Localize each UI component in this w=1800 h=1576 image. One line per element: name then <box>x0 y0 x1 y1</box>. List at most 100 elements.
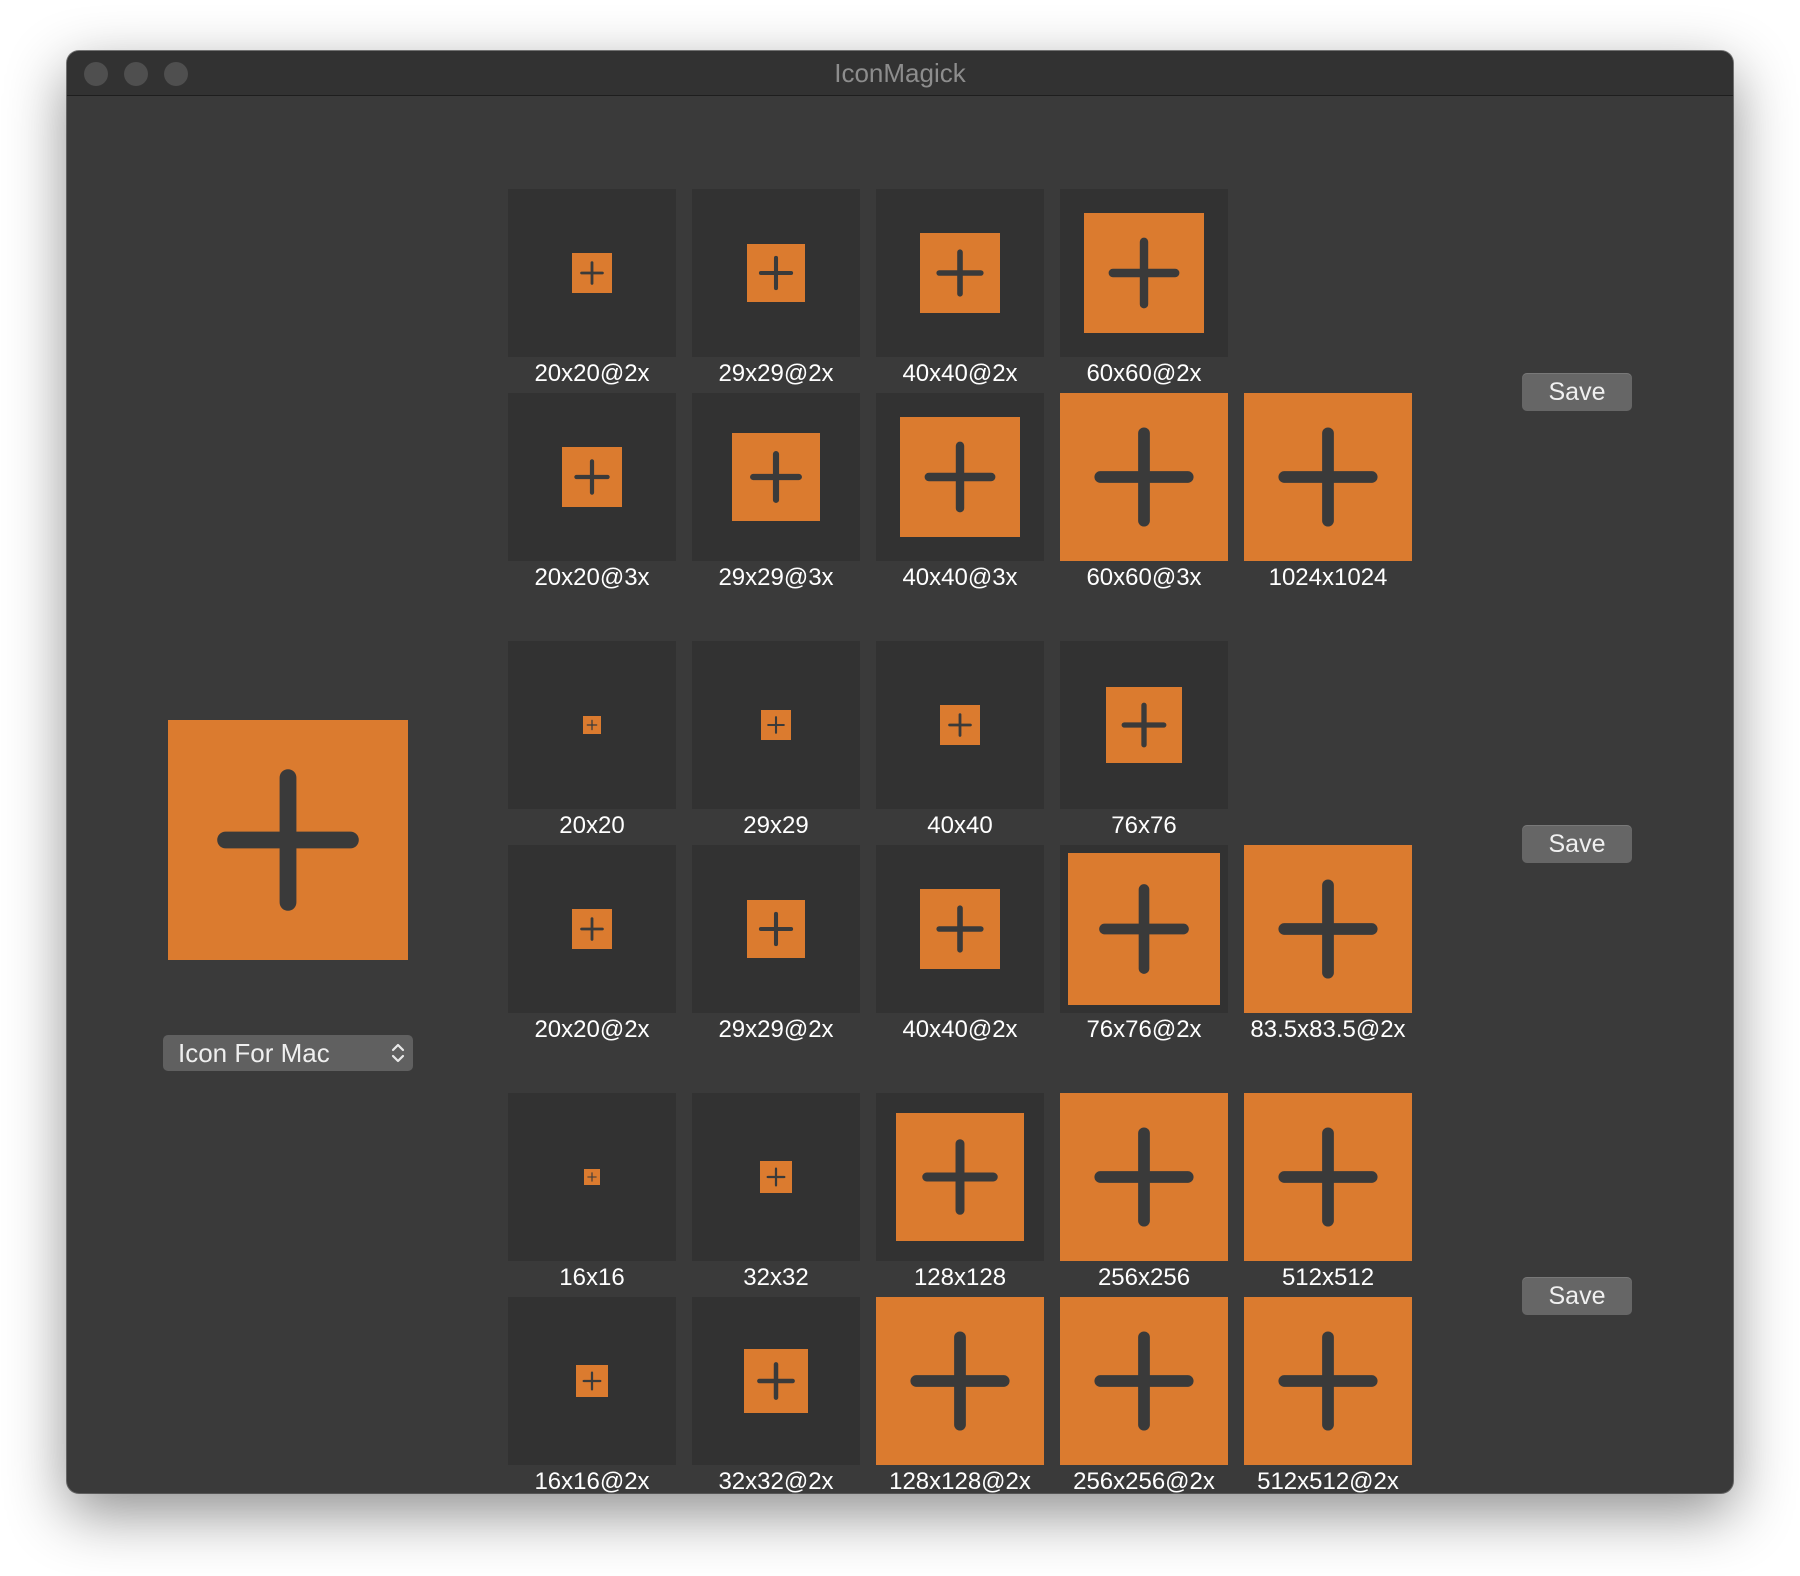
icon-size-label: 256x256 <box>1097 1264 1191 1291</box>
icon-size-label: 29x29 <box>743 812 809 839</box>
generated-icon <box>896 1113 1024 1241</box>
icon-slot-29x29[interactable] <box>692 641 860 809</box>
app-window: IconMagick Icon For Mac 20x20@2x 29x29@2x… <box>67 51 1733 1493</box>
save-button[interactable]: Save <box>1522 373 1632 411</box>
generated-icon <box>584 1169 600 1185</box>
icon-type-select[interactable]: Icon For Mac <box>163 1035 413 1071</box>
icon-slot-32x32-2x[interactable] <box>692 1297 860 1465</box>
plus-icon <box>758 911 794 947</box>
plus-icon <box>217 769 359 911</box>
generated-icon <box>920 889 1000 969</box>
icon-size-label: 60x60@2x <box>1086 360 1202 387</box>
plus-icon <box>767 716 785 734</box>
icon-size-label: 20x20@2x <box>534 1016 650 1043</box>
icon-size-label: 40x40@2x <box>902 1016 1018 1043</box>
generated-icon <box>1244 1297 1412 1465</box>
plus-icon <box>586 719 598 731</box>
icon-size-label: 32x32@2x <box>718 1468 834 1493</box>
icon-slot-40x40-2x[interactable] <box>876 189 1044 357</box>
plus-icon <box>750 451 802 503</box>
plus-icon <box>1278 879 1378 979</box>
icon-size-label: 76x76@2x <box>1086 1016 1202 1043</box>
icon-size-label: 76x76 <box>1111 812 1177 839</box>
icon-slot-40x40[interactable] <box>876 641 1044 809</box>
plus-icon <box>924 441 996 513</box>
icon-size-label: 128x128@2x <box>889 1468 1031 1493</box>
plus-icon <box>1108 237 1180 309</box>
plus-icon <box>766 1167 786 1187</box>
plus-icon <box>1099 884 1189 974</box>
generated-icon <box>1244 845 1412 1013</box>
icon-size-label: 83.5x83.5@2x <box>1250 1016 1406 1043</box>
icon-type-select-value: Icon For Mac <box>178 1038 330 1068</box>
generated-icon <box>583 716 601 734</box>
generated-icon <box>562 447 622 507</box>
plus-icon <box>758 255 794 291</box>
plus-icon <box>936 249 984 297</box>
save-button[interactable]: Save <box>1522 1277 1632 1315</box>
icon-slot-60x60-2x[interactable] <box>1060 189 1228 357</box>
icon-size-label: 16x16 <box>559 1264 625 1291</box>
generated-icon <box>576 1365 608 1397</box>
generated-icon <box>876 1297 1044 1465</box>
generated-icon <box>1084 213 1204 333</box>
source-icon-preview[interactable] <box>168 720 408 960</box>
generated-icon <box>1060 1297 1228 1465</box>
icon-slot-83-5x83-5-2x[interactable] <box>1244 845 1412 1013</box>
icon-slot-128x128[interactable] <box>876 1093 1044 1261</box>
icon-slot-29x29-3x[interactable] <box>692 393 860 561</box>
generated-icon <box>744 1349 808 1413</box>
icon-slot-256x256[interactable] <box>1060 1093 1228 1261</box>
icon-slot-16x16[interactable] <box>508 1093 676 1261</box>
icon-slot-40x40-2x[interactable] <box>876 845 1044 1013</box>
generated-icon <box>1060 393 1228 561</box>
icon-slot-256x256-2x[interactable] <box>1060 1297 1228 1465</box>
plus-icon <box>587 1172 597 1182</box>
icon-slot-60x60-3x[interactable] <box>1060 393 1228 561</box>
icon-size-label: 1024x1024 <box>1268 564 1388 591</box>
generated-icon <box>761 710 791 740</box>
icon-slot-128x128-2x[interactable] <box>876 1297 1044 1465</box>
generated-icon <box>760 1161 792 1193</box>
plus-icon <box>1278 1331 1378 1431</box>
plus-icon <box>582 1371 602 1391</box>
icon-slot-1024x1024[interactable] <box>1244 393 1412 561</box>
generated-icon <box>747 900 805 958</box>
generated-icon <box>1068 853 1220 1005</box>
icon-size-label: 29x29@2x <box>718 1016 834 1043</box>
generated-icon <box>900 417 1020 537</box>
plus-icon <box>1094 1331 1194 1431</box>
icon-size-label: 128x128 <box>913 1264 1007 1291</box>
chevron-up-down-icon <box>391 1043 405 1063</box>
icon-slot-20x20[interactable] <box>508 641 676 809</box>
icon-slot-29x29-2x[interactable] <box>692 189 860 357</box>
icon-slot-29x29-2x[interactable] <box>692 845 860 1013</box>
icon-size-label: 32x32 <box>743 1264 809 1291</box>
icon-slot-20x20-2x[interactable] <box>508 845 676 1013</box>
plus-icon <box>910 1331 1010 1431</box>
icon-size-label: 512x512@2x <box>1257 1468 1399 1493</box>
icon-slot-20x20-2x[interactable] <box>508 189 676 357</box>
icon-slot-76x76[interactable] <box>1060 641 1228 809</box>
icon-slot-512x512[interactable] <box>1244 1093 1412 1261</box>
generated-icon <box>940 705 980 745</box>
icon-slot-512x512-2x[interactable] <box>1244 1297 1412 1465</box>
icon-size-label: 29x29@3x <box>718 564 834 591</box>
icon-slot-16x16-2x[interactable] <box>508 1297 676 1465</box>
plus-icon <box>580 261 604 285</box>
window-title: IconMagick <box>834 58 966 88</box>
icon-size-label: 20x20 <box>559 812 625 839</box>
icon-size-label: 40x40@3x <box>902 564 1018 591</box>
icon-size-label: 40x40 <box>927 812 993 839</box>
icon-slot-32x32[interactable] <box>692 1093 860 1261</box>
generated-icon <box>1244 1093 1412 1261</box>
main-content: Icon For Mac 20x20@2x 29x29@2x 40x40@2x 60x… <box>67 96 1733 1493</box>
icon-slot-40x40-3x[interactable] <box>876 393 1044 561</box>
icon-slot-20x20-3x[interactable] <box>508 393 676 561</box>
plus-icon <box>1278 1127 1378 1227</box>
plus-icon <box>1121 702 1167 748</box>
save-button[interactable]: Save <box>1522 825 1632 863</box>
icon-size-label: 60x60@3x <box>1086 564 1202 591</box>
plus-icon <box>936 905 984 953</box>
icon-slot-76x76-2x[interactable] <box>1060 845 1228 1013</box>
